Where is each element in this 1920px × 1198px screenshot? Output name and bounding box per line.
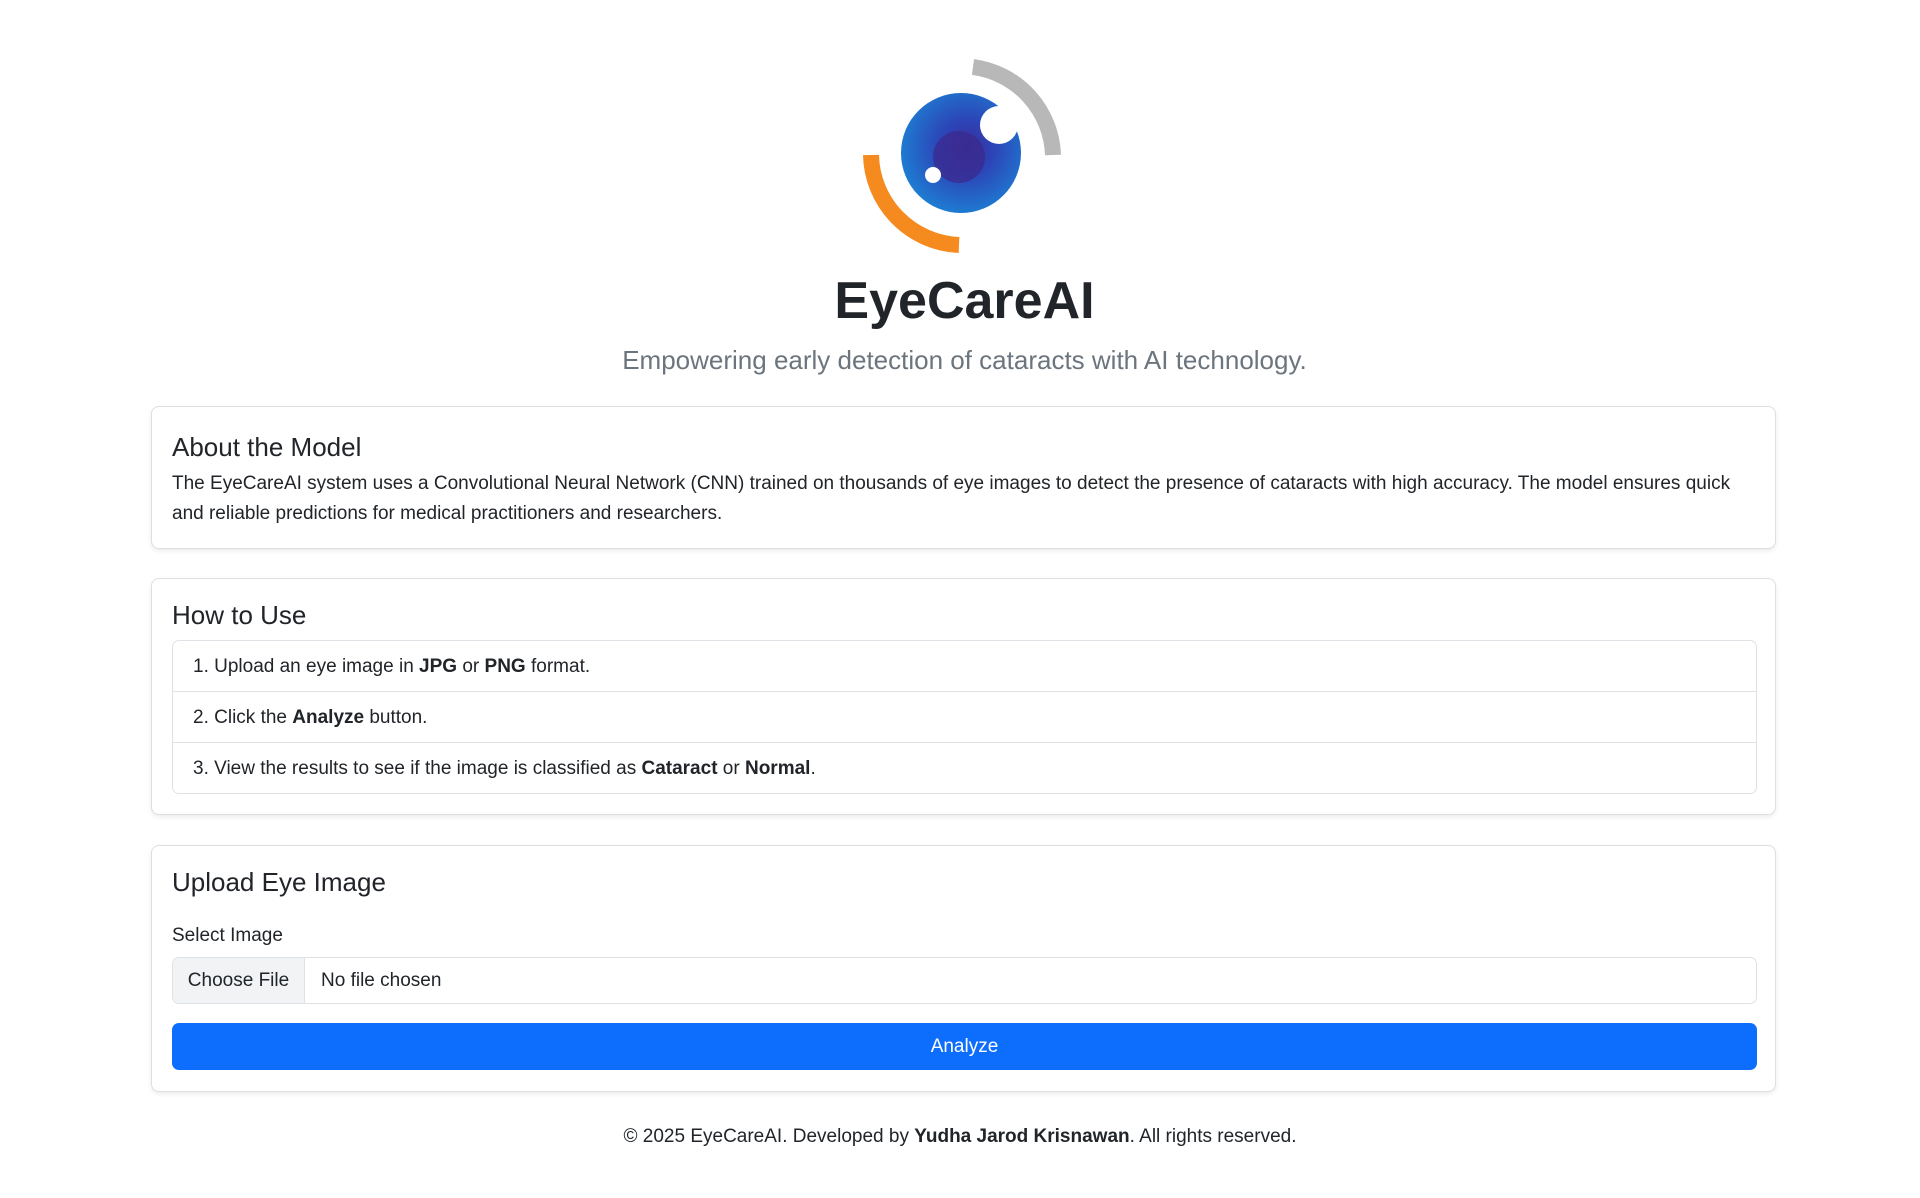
about-title: About the Model [172,432,362,462]
file-status: No file chosen [321,970,442,991]
how-to-use-title: How to Use [172,600,307,630]
tagline: Empowering early detection of cataracts … [622,345,1307,375]
step-bold: Normal [744,758,811,779]
footer-author: Yudha Jarod Krisnawan [914,1126,1130,1147]
main-container: EyeCareAI Empowering early detection of … [151,0,1778,405]
footer: © 2025 EyeCareAI. Developed by Yudha Jar… [0,1122,1920,1152]
analyze-button[interactable]: Analyze [172,1023,1757,1070]
eye-logo-icon [863,59,1061,253]
step-text: . [810,758,816,779]
step-bold: Cataract [641,758,718,779]
step-text: or [717,758,745,779]
choose-file-button[interactable]: Choose File [173,958,305,1003]
step-bold: PNG [484,656,526,677]
step-text: 2. Click the [193,707,293,728]
step-text: 1. Upload an eye image in [193,656,420,677]
list-item: 3. View the results to see if the image … [173,743,1756,793]
step-text: button. [364,707,428,728]
upload-card: Upload Eye Image Select Image Choose Fil… [151,845,1776,1092]
step-text: or [457,656,485,677]
list-item: 2. Click the Analyze button. [173,692,1756,743]
footer-prefix: © 2025 EyeCareAI. Developed by [623,1126,915,1147]
steps-list: 1. Upload an eye image in JPG or PNG for… [172,640,1757,794]
app-title: EyeCareAI [834,272,1095,330]
upload-title: Upload Eye Image [172,867,386,897]
footer-suffix: . All rights reserved. [1129,1126,1297,1147]
step-text: 3. View the results to see if the image … [193,758,642,779]
step-bold: JPG [419,656,458,677]
how-to-use-card: How to Use 1. Upload an eye image in JPG… [151,578,1776,815]
list-item: 1. Upload an eye image in JPG or PNG for… [173,641,1756,692]
step-text: format. [525,656,591,677]
about-text: The EyeCareAI system uses a Convolutiona… [172,473,1731,524]
file-input[interactable]: Choose File No file chosen [172,957,1757,1004]
select-image-label: Select Image [172,925,283,946]
step-bold: Analyze [292,707,365,728]
about-card: About the Model The EyeCareAI system use… [151,406,1776,549]
hero: EyeCareAI Empowering early detection of … [151,0,1778,405]
